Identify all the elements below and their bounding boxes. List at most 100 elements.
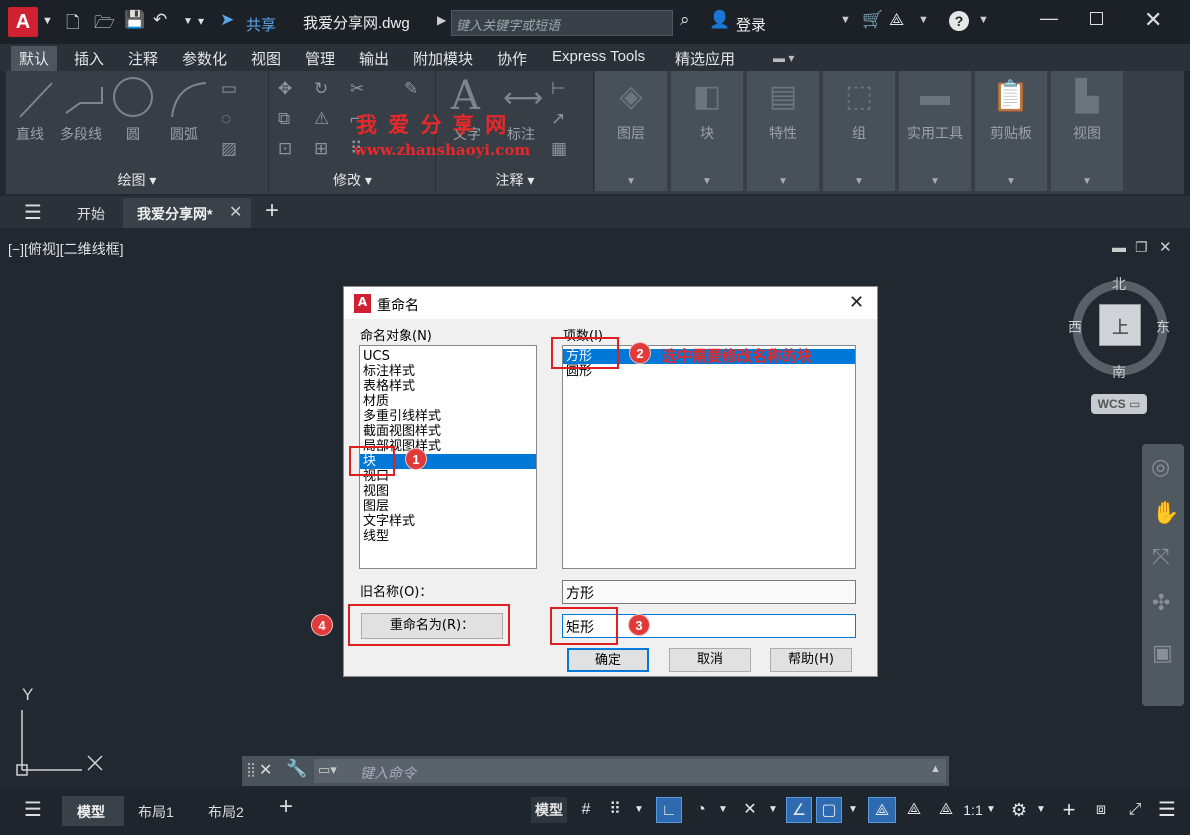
polar-dropdown-icon[interactable]: ▼ [716,797,730,823]
tab-featured-apps[interactable]: 精选应用 [675,48,735,69]
help-dropdown-icon[interactable]: ▼ [978,14,989,26]
auto-scale-icon[interactable]: ⟁ [900,797,928,823]
list-item[interactable]: 标注样式 [360,364,536,379]
command-history-icon[interactable]: ▭▾ [318,762,337,778]
snap-mode-icon[interactable]: ⠿ [604,797,626,823]
steering-wheel-icon[interactable]: ◎ [1151,454,1170,480]
file-menu-icon[interactable]: ☰ [24,200,42,225]
tab-model[interactable]: 模型 [62,796,124,826]
cancel-button[interactable]: 取消 [669,648,751,672]
modify-panel-title[interactable]: 修改 ▾ [270,170,435,190]
list-item[interactable]: 材质 [360,394,536,409]
move-tool-icon[interactable]: ✥ [278,79,292,99]
circle-tool-label[interactable]: 圆 [126,124,140,144]
compass-north[interactable]: 北 [1112,274,1126,294]
hatch-tool-icon[interactable]: ◌ [221,109,231,129]
undo-icon[interactable]: ↶ [153,10,167,30]
tab-current-document[interactable]: 我爱分享网* ✕ [123,198,251,228]
osnap-dropdown-icon[interactable]: ▼ [846,797,860,823]
login-label[interactable]: 登录 [736,14,766,35]
close-tab-icon[interactable]: ✕ [229,202,242,222]
snap-dropdown-icon[interactable]: ▼ [632,797,646,823]
share-icon[interactable]: ➤ [220,10,234,30]
open-folder-icon[interactable]: 🗁 [94,10,115,39]
gradient-tool-icon[interactable]: ▨ [221,139,237,159]
tab-output[interactable]: 输出 [359,48,389,69]
compass-south[interactable]: 南 [1112,362,1126,382]
polyline-tool-icon[interactable] [62,77,106,121]
circle-tool-icon[interactable] [111,75,155,119]
dialog-close-icon[interactable]: ✕ [849,292,864,313]
help-icon[interactable]: ? [949,11,969,31]
app-menu-chevron-icon[interactable]: ▼ [42,15,53,27]
mirror-tool-icon[interactable]: ⚠ [314,109,329,129]
close-window-icon[interactable]: ✕ [1144,7,1162,33]
command-expand-icon[interactable]: ▲ [930,763,941,775]
list-item[interactable]: 文字样式 [360,514,536,529]
share-label[interactable]: 共享 [246,14,276,35]
viewcube-top-face[interactable]: 上 [1099,304,1141,346]
tab-addins[interactable]: 附加模块 [413,48,473,69]
tab-collaborate[interactable]: 协作 [497,48,527,69]
app-logo[interactable]: A [8,7,38,37]
apps-dropdown-icon[interactable]: ▼ [918,14,929,26]
object-snap-tracking-icon[interactable]: ∠ [786,797,812,823]
list-item[interactable]: 图层 [360,499,536,514]
polyline-tool-label[interactable]: 多段线 [60,124,102,144]
tab-parametric[interactable]: 参数化 [182,48,227,69]
line-tool-icon[interactable] [16,77,56,121]
list-item[interactable]: 多重引线样式 [360,409,536,424]
annotation-monitor-icon[interactable]: + [1056,797,1082,823]
compass-west[interactable]: 西 [1068,317,1082,337]
trim-tool-icon[interactable]: ✂ [350,79,364,99]
tab-start[interactable]: 开始 [77,204,105,224]
showmotion-icon[interactable]: ▣ [1152,640,1173,666]
layout-menu-icon[interactable]: ☰ [24,797,42,822]
isodraft-icon[interactable]: ✕ [738,797,762,823]
draw-panel-title[interactable]: 绘图 ▾ [6,170,268,190]
login-dropdown-icon[interactable]: ▼ [840,14,851,26]
isodraft-dropdown-icon[interactable]: ▼ [766,797,780,823]
search-input[interactable]: 键入关键字或短语 [451,10,673,36]
undo-dropdown-icon[interactable]: ▼ [183,16,193,27]
tab-view[interactable]: 视图 [251,48,281,69]
tab-default[interactable]: 默认 [11,46,58,71]
list-item[interactable]: 视图 [360,484,536,499]
new-tab-icon[interactable]: + [265,197,279,225]
block-panel[interactable]: ◧ 块 ▼ [671,71,745,191]
scale-dropdown-icon[interactable]: ▼ [984,797,998,823]
linear-dim-icon[interactable]: ⊢ [551,79,566,99]
annotation-scale-icon[interactable]: ⟁ [932,797,960,823]
group-panel[interactable]: ⬚ 组 ▼ [823,71,897,191]
viewport-restore-icon[interactable]: ❐ [1135,239,1148,256]
save-icon[interactable]: 💾 [124,10,145,30]
items-list[interactable]: 方形 圆形 [562,345,856,569]
command-grip-icon[interactable]: ⣿ [246,761,256,778]
tab-annotate[interactable]: 注释 [128,48,158,69]
viewport-minimize-icon[interactable]: ▬ [1112,239,1126,255]
command-close-icon[interactable]: ✕ [259,760,272,780]
workspace-dropdown-icon[interactable]: ▼ [1034,797,1048,823]
workspace-gear-icon[interactable]: ⚙ [1006,797,1032,823]
user-icon[interactable]: 👤 [709,10,730,30]
list-item[interactable]: 表格样式 [360,379,536,394]
layers-panel[interactable]: ◈ 图层 ▼ [595,71,669,191]
tab-express-tools[interactable]: Express Tools [552,48,645,65]
polar-tracking-icon[interactable]: ◔ [688,797,714,823]
annotation-panel-title[interactable]: 注释 ▾ [437,170,593,190]
command-input[interactable]: ▭▾ 键入命令 ▲ [314,759,946,783]
erase-tool-icon[interactable]: ✎ [404,79,418,99]
clipboard-panel[interactable]: 📋 剪贴板 ▼ [975,71,1049,191]
list-item[interactable]: 线型 [360,529,536,544]
properties-panel[interactable]: ▤ 特性 ▼ [747,71,821,191]
quick-properties-icon[interactable]: ⧈ [1088,797,1114,823]
scale-tool-icon[interactable]: ⊞ [314,139,328,159]
ortho-mode-icon[interactable]: ∟ [656,797,682,823]
copy-tool-icon[interactable]: ⧉ [278,109,290,129]
search-icon[interactable]: ⌕ [680,10,690,30]
scale-value[interactable]: 1:1 [962,797,984,823]
annotation-visibility-icon[interactable]: ⟁ [868,797,896,823]
view-panel[interactable]: ▙ 视图 ▼ [1051,71,1125,191]
dimension-tool-icon[interactable]: ⟷ [503,81,543,114]
object-snap-icon[interactable]: ▢ [816,797,842,823]
